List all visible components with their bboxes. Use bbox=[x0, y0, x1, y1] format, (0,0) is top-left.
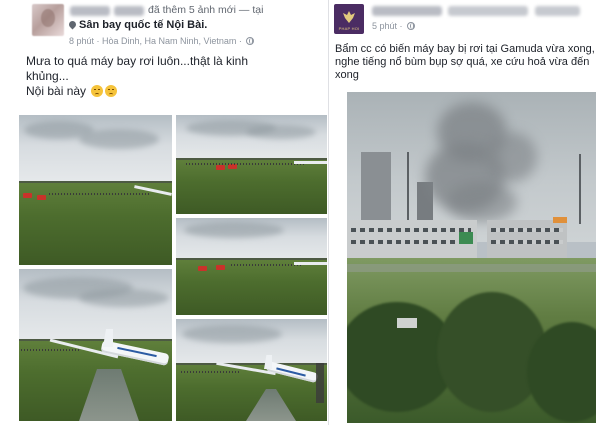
photo-3[interactable] bbox=[176, 218, 327, 315]
user-avatar-blurred[interactable] bbox=[32, 4, 64, 36]
small-structure bbox=[397, 318, 417, 328]
post-timestamp[interactable]: 5 phút · bbox=[372, 21, 403, 31]
blurred-page-name[interactable] bbox=[372, 6, 442, 16]
photo-5[interactable] bbox=[176, 319, 327, 421]
checkin-location-link[interactable]: Sân bay quốc tế Nội Bài. bbox=[67, 19, 208, 31]
post-body: Mưa to quá máy bay rơi luôn...thật là ki… bbox=[26, 54, 322, 99]
photo-smoke-scene[interactable] bbox=[347, 92, 596, 423]
crest-logo-icon bbox=[343, 11, 355, 23]
sad-face-emoji-icon bbox=[91, 85, 104, 97]
sad-face-emoji-icon bbox=[105, 85, 118, 97]
post-text-line-3: xong bbox=[335, 69, 359, 81]
post-text-line-3: Nội bài này bbox=[26, 84, 87, 98]
post-timestamp-location[interactable]: 8 phút · Hòa Dinh, Ha Nam Ninh, Vietnam … bbox=[69, 36, 242, 46]
blurred-page-name-3[interactable] bbox=[535, 6, 580, 16]
page-avatar[interactable]: PHAP HOI bbox=[334, 4, 364, 34]
facebook-post-right: PHAP HOI 5 phút · Bẩm cc có biến máy bay… bbox=[330, 0, 600, 425]
post-text-line-2: nghe tiếng nổ bùm bụp sợ quá, xe cứu hoả… bbox=[335, 56, 590, 68]
location-name: Sân bay quốc tế Nội Bài. bbox=[79, 19, 208, 31]
map-pin-icon bbox=[67, 19, 78, 30]
globe-icon[interactable] bbox=[246, 37, 255, 45]
orange-sign bbox=[553, 217, 567, 223]
facebook-post-left: đã thêm 5 ảnh mới — tại Sân bay quốc tế … bbox=[0, 0, 329, 425]
person-silhouette bbox=[316, 363, 324, 403]
post-action-text: đã thêm 5 ảnh mới — tại bbox=[148, 4, 264, 16]
post-text-line-1: Mưa to quá máy bay rơi luôn...thật là ki… bbox=[26, 54, 249, 68]
photo-4[interactable] bbox=[19, 269, 172, 421]
blurred-user-name[interactable] bbox=[70, 6, 110, 16]
post-text-line-1: Bẩm cc có biến máy bay bị rơi tại Gamuda… bbox=[335, 43, 595, 55]
post-meta: 8 phút · Hòa Dinh, Ha Nam Ninh, Vietnam … bbox=[69, 36, 255, 46]
blurred-user-name-2[interactable] bbox=[114, 6, 144, 16]
post-text-line-2: khủng... bbox=[26, 69, 69, 83]
page-logo-text: PHAP HOI bbox=[338, 26, 360, 31]
post-meta-right: 5 phút · bbox=[372, 21, 416, 31]
globe-icon[interactable] bbox=[407, 22, 416, 30]
post-body-right: Bẩm cc có biến máy bay bị rơi tại Gamuda… bbox=[335, 43, 600, 82]
photo-1[interactable] bbox=[19, 115, 172, 265]
blurred-page-name-2[interactable] bbox=[448, 6, 528, 16]
photo-2[interactable] bbox=[176, 115, 327, 214]
green-sign bbox=[459, 232, 473, 244]
